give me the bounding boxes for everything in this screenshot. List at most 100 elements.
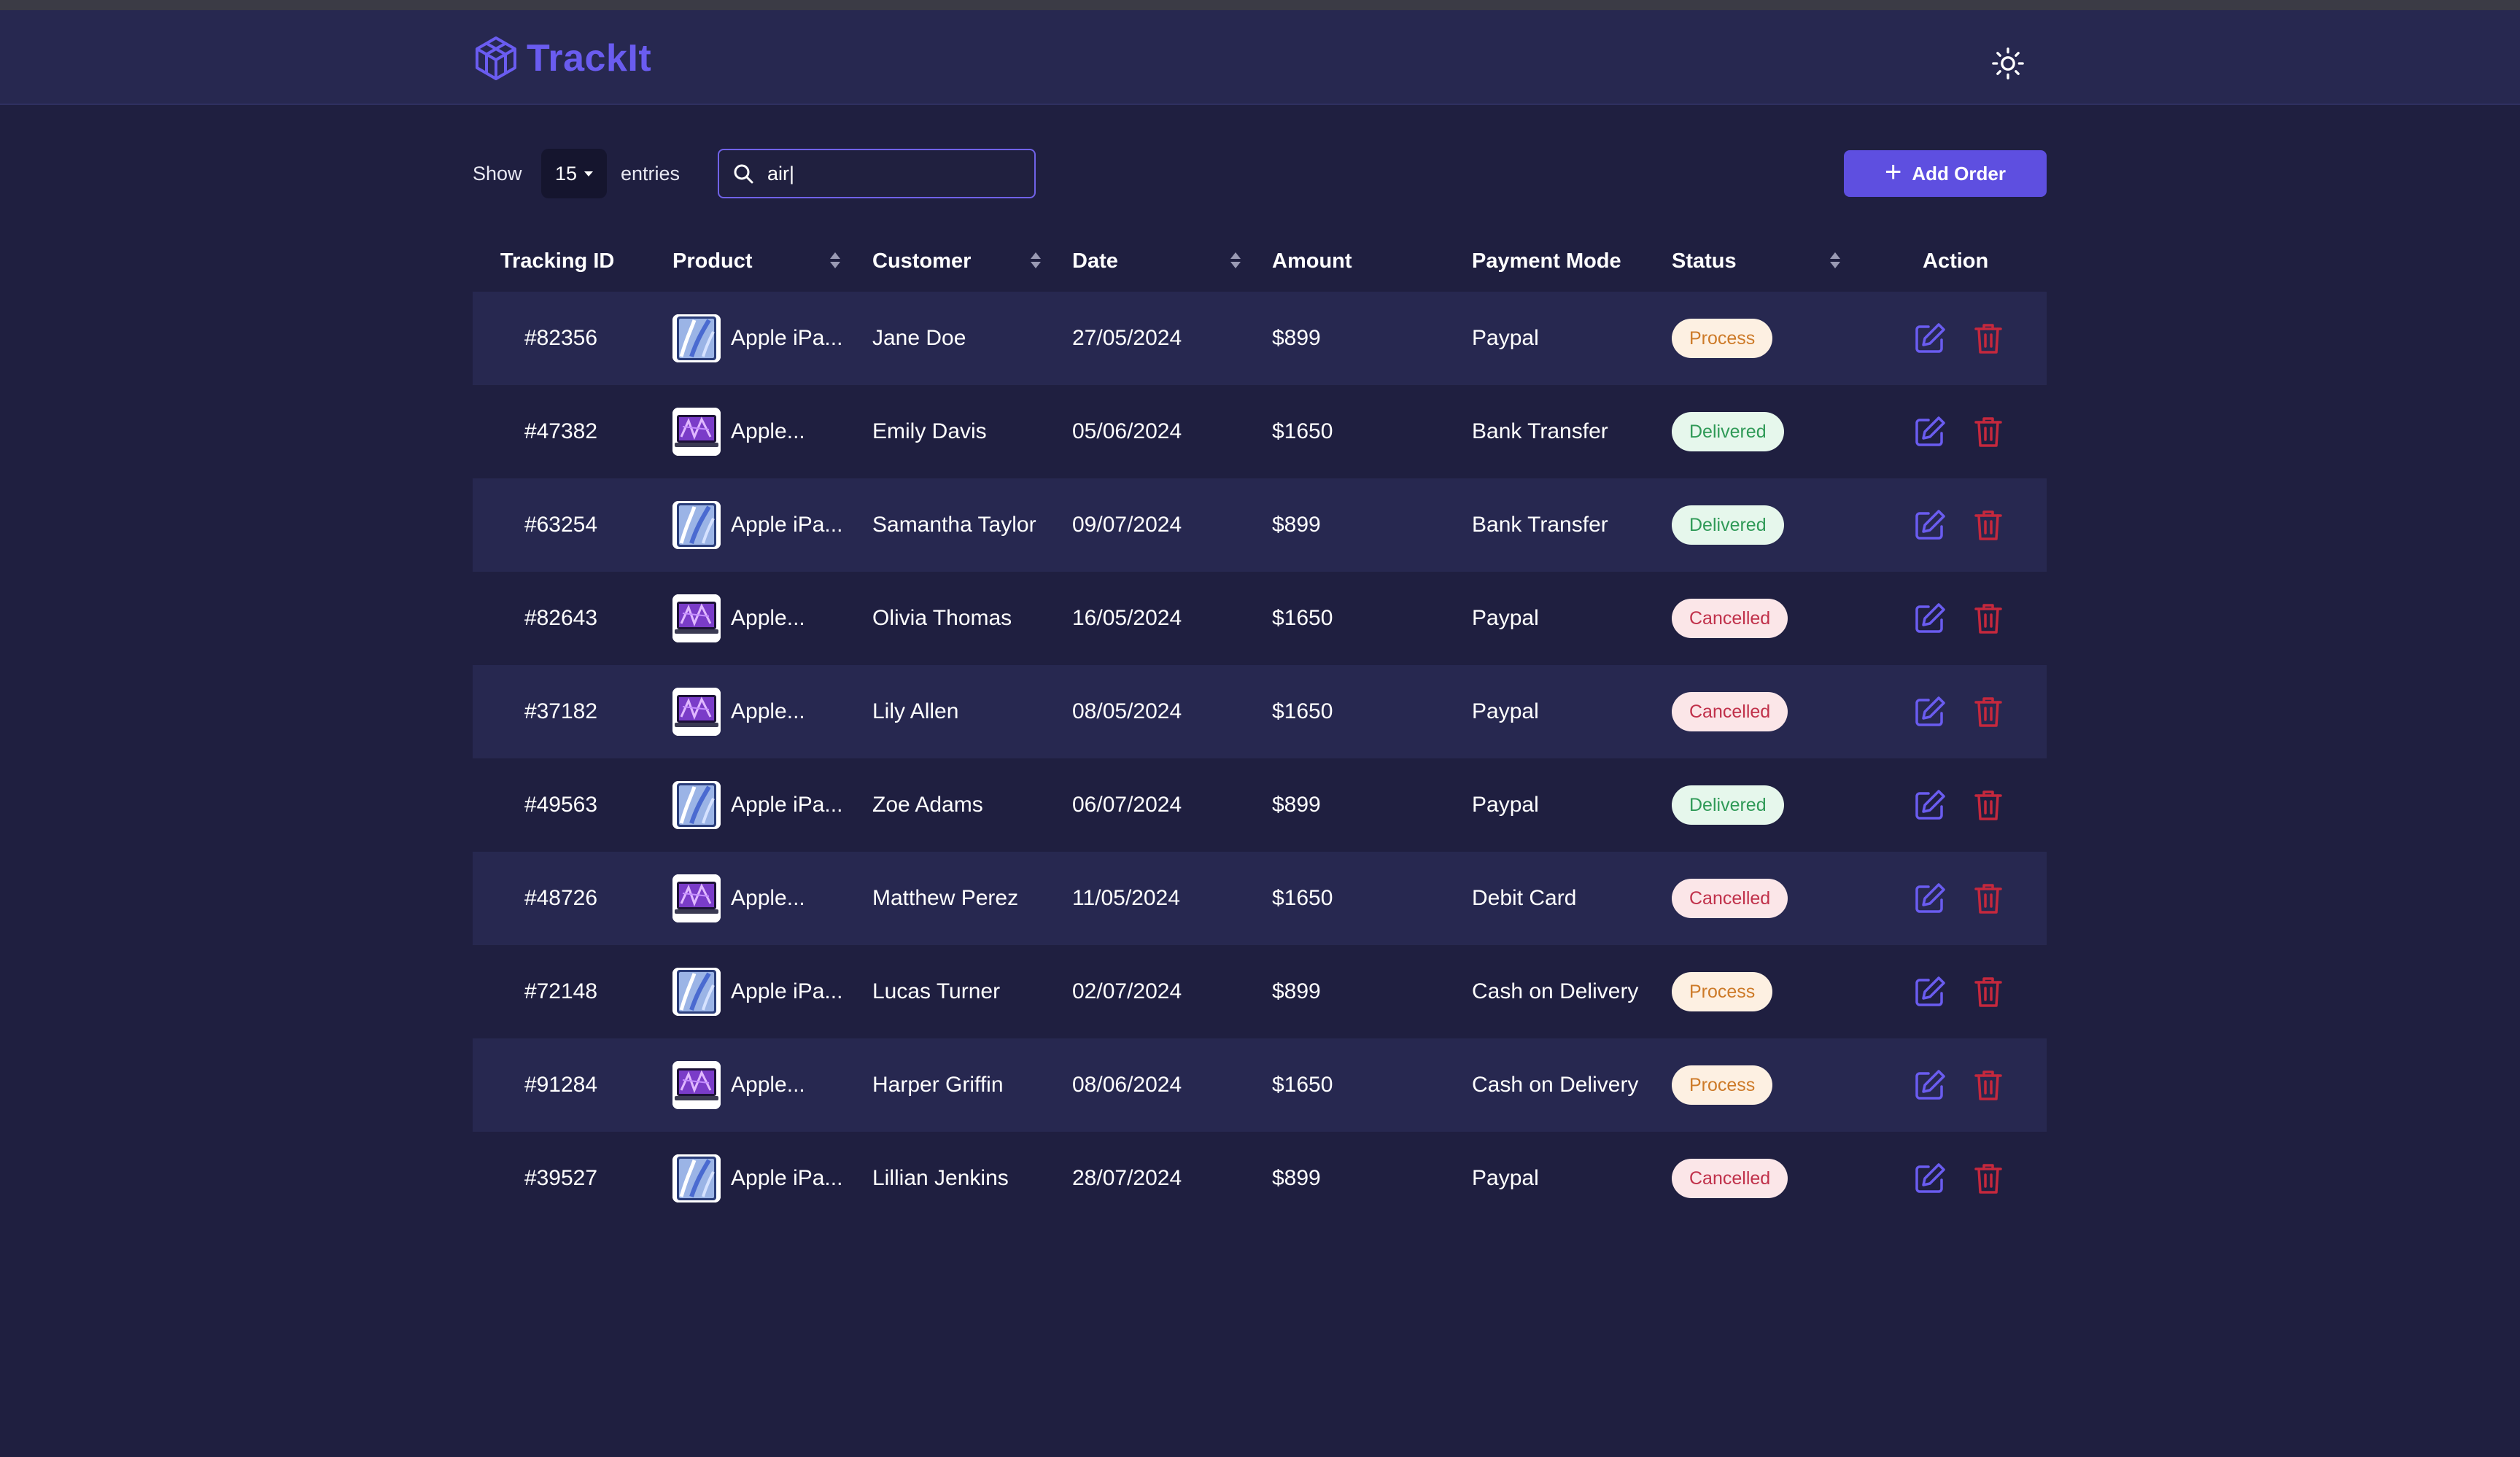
customer-name: Jane Doe — [872, 326, 966, 350]
order-amount: $899 — [1272, 793, 1321, 817]
status-badge: Cancelled — [1672, 599, 1788, 638]
edit-button[interactable] — [1912, 601, 1947, 636]
payment-mode: Debit Card — [1472, 886, 1577, 910]
delete-button[interactable] — [1971, 414, 2006, 449]
add-order-button[interactable]: + Add Order — [1844, 150, 2047, 197]
theme-toggle-button[interactable] — [1990, 45, 2026, 82]
status-badge: Cancelled — [1672, 692, 1788, 731]
plus-icon: + — [1885, 156, 1902, 188]
payment-mode: Paypal — [1472, 606, 1539, 630]
edit-icon — [1915, 603, 1945, 633]
delete-button[interactable] — [1971, 881, 2006, 916]
edit-icon — [1915, 790, 1945, 820]
delete-button[interactable] — [1971, 508, 2006, 543]
column-header-product[interactable]: Product — [672, 230, 753, 292]
table-row: #39527 Apple iPa... Lillian Jenkins 28/0… — [473, 1132, 2047, 1225]
app-name: TrackIt — [527, 37, 652, 79]
customer-name: Olivia Thomas — [872, 606, 1012, 630]
sort-icon[interactable] — [1027, 245, 1044, 277]
payment-mode: Paypal — [1472, 326, 1539, 350]
search-input[interactable] — [767, 150, 1034, 197]
table-row: #82643 Apple... Olivia Thomas 16/05/2024… — [473, 572, 2047, 665]
search-box[interactable] — [718, 149, 1036, 198]
edit-button[interactable] — [1912, 414, 1947, 449]
order-amount: $1650 — [1272, 1073, 1333, 1097]
entries-select[interactable]: 15 — [541, 149, 607, 198]
column-header-customer[interactable]: Customer — [872, 230, 971, 292]
customer-name: Emily Davis — [872, 419, 987, 443]
payment-mode: Cash on Delivery — [1472, 979, 1639, 1003]
product-name: Apple iPa... — [731, 793, 843, 817]
product-thumbnail — [672, 594, 721, 642]
search-icon — [734, 164, 753, 184]
edit-button[interactable] — [1912, 1161, 1947, 1196]
edit-button[interactable] — [1912, 694, 1947, 729]
product-name: Apple... — [731, 419, 805, 443]
edit-button[interactable] — [1912, 508, 1947, 543]
trash-icon — [1974, 1164, 2002, 1194]
trash-icon — [1974, 884, 2002, 914]
column-header-date[interactable]: Date — [1072, 230, 1118, 292]
status-badge: Cancelled — [1672, 1159, 1788, 1198]
trash-icon — [1974, 790, 2002, 820]
column-header-status[interactable]: Status — [1672, 230, 1737, 292]
delete-button[interactable] — [1971, 321, 2006, 356]
delete-button[interactable] — [1971, 601, 2006, 636]
product-name: Apple iPa... — [731, 979, 843, 1003]
product-name: Apple iPa... — [731, 1166, 843, 1190]
payment-mode: Bank Transfer — [1472, 419, 1608, 443]
delete-button[interactable] — [1971, 974, 2006, 1009]
product-name: Apple... — [731, 606, 805, 630]
customer-name: Lucas Turner — [872, 979, 1001, 1003]
trash-icon — [1974, 510, 2002, 540]
tracking-id: #49563 — [524, 793, 598, 817]
window-top-strip — [0, 0, 2520, 10]
customer-name: Lily Allen — [872, 699, 959, 723]
tracking-id: #48726 — [524, 886, 598, 910]
customer-name: Matthew Perez — [872, 886, 1019, 910]
payment-mode: Cash on Delivery — [1472, 1073, 1639, 1097]
edit-icon — [1915, 416, 1945, 446]
sort-icon[interactable] — [826, 245, 844, 277]
app-logo[interactable]: TrackIt — [473, 35, 651, 82]
edit-button[interactable] — [1912, 1068, 1947, 1103]
sort-icon[interactable] — [1227, 245, 1244, 277]
trash-icon — [1974, 324, 2002, 354]
product-thumbnail — [672, 501, 721, 549]
delete-button[interactable] — [1971, 788, 2006, 823]
order-date: 09/07/2024 — [1072, 513, 1182, 537]
table-row: #72148 Apple iPa... Lucas Turner 02/07/2… — [473, 945, 2047, 1038]
product-thumbnail — [672, 781, 721, 829]
delete-button[interactable] — [1971, 694, 2006, 729]
delete-button[interactable] — [1971, 1068, 2006, 1103]
edit-icon — [1915, 883, 1945, 913]
product-name: Apple... — [731, 1073, 805, 1097]
entries-label: entries — [621, 163, 681, 184]
table-row: #63254 Apple iPa... Samantha Taylor 09/0… — [473, 478, 2047, 572]
edit-icon — [1915, 510, 1945, 540]
add-order-label: Add Order — [1912, 162, 2006, 184]
edit-button[interactable] — [1912, 321, 1947, 356]
order-amount: $1650 — [1272, 699, 1333, 723]
sun-icon — [1992, 47, 2024, 79]
tracking-id: #63254 — [524, 513, 598, 537]
trash-icon — [1974, 697, 2002, 727]
order-amount: $1650 — [1272, 606, 1333, 630]
edit-button[interactable] — [1912, 788, 1947, 823]
customer-name: Harper Griffin — [872, 1073, 1004, 1097]
status-badge: Process — [1672, 972, 1773, 1011]
cube-logo-icon — [476, 36, 516, 80]
delete-button[interactable] — [1971, 1161, 2006, 1196]
product-name: Apple iPa... — [731, 513, 843, 537]
sort-icon[interactable] — [1826, 245, 1844, 277]
table-header: Tracking ID Product Customer Date Amount… — [473, 230, 2047, 292]
table-row: #49563 Apple iPa... Zoe Adams 06/07/2024… — [473, 758, 2047, 852]
trash-icon — [1974, 977, 2002, 1007]
status-badge: Delivered — [1672, 412, 1784, 451]
status-badge: Cancelled — [1672, 879, 1788, 918]
status-badge: Delivered — [1672, 785, 1784, 825]
product-thumbnail — [672, 1154, 721, 1202]
edit-button[interactable] — [1912, 881, 1947, 916]
edit-button[interactable] — [1912, 974, 1947, 1009]
status-badge: Process — [1672, 1065, 1773, 1105]
